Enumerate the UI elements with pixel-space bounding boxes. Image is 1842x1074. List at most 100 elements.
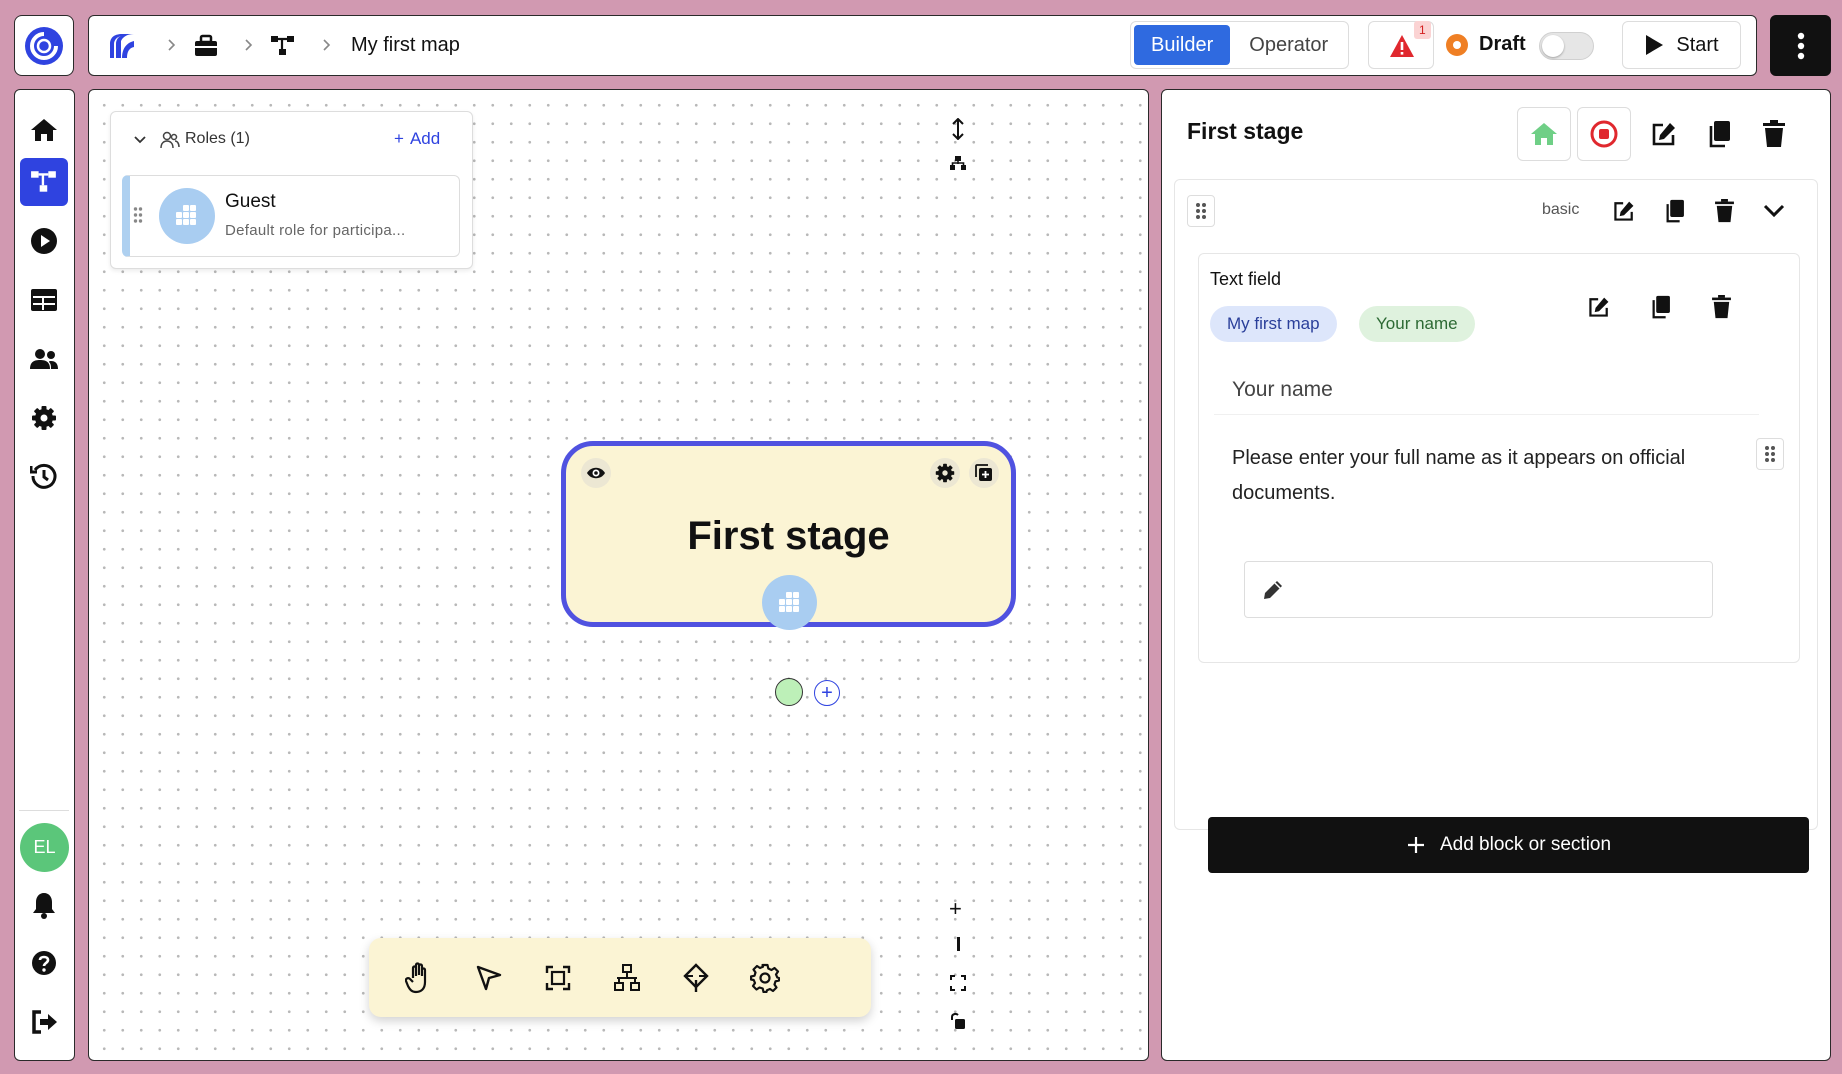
- role-avatar: [159, 188, 215, 244]
- help-button[interactable]: [20, 939, 68, 987]
- fit-view-icon[interactable]: [950, 975, 966, 991]
- diamond-icon: [683, 963, 709, 992]
- builder-mode-button[interactable]: Builder: [1134, 25, 1231, 65]
- answer-input[interactable]: [1244, 561, 1713, 618]
- detail-title: First stage: [1187, 118, 1304, 144]
- add-stage-button[interactable]: +: [814, 680, 840, 706]
- plus-icon: [1407, 837, 1424, 853]
- stage-detail-panel: First stage basic Text field My first ma…: [1161, 89, 1831, 1061]
- eye-icon: [587, 467, 605, 479]
- zoom-out-button[interactable]: [957, 937, 960, 951]
- more-menu-button[interactable]: [1770, 15, 1831, 76]
- workspace-crumb[interactable]: [193, 16, 219, 75]
- gear-outline-icon: [750, 963, 780, 993]
- sitemap-icon: [271, 35, 294, 55]
- add-block-button[interactable]: Add block or section: [1208, 817, 1809, 873]
- trash-icon[interactable]: [1711, 295, 1732, 319]
- sidebar-item-users[interactable]: [20, 335, 68, 383]
- description-box: Please enter your full name as it appear…: [1214, 429, 1759, 531]
- user-avatar[interactable]: EL: [20, 823, 69, 872]
- app-logo[interactable]: [14, 15, 74, 76]
- sidebar-item-home[interactable]: [20, 106, 68, 154]
- roles-panel: Roles (1) + Add Guest Default role for pa…: [110, 111, 473, 269]
- chevron-down-icon[interactable]: [133, 133, 147, 147]
- home-icon: [31, 119, 57, 141]
- decision-tool-button[interactable]: [676, 958, 716, 998]
- bell-icon: [33, 893, 55, 919]
- stage-output-handle[interactable]: [775, 678, 803, 706]
- sidebar-item-history[interactable]: [20, 452, 68, 500]
- stage-node[interactable]: First stage: [561, 441, 1016, 630]
- text-field-block[interactable]: Text field My first map Your name Your n…: [1198, 253, 1800, 663]
- stage-title: First stage: [687, 514, 890, 558]
- grid-blocks-icon: [176, 205, 196, 225]
- notifications-button[interactable]: [20, 881, 68, 929]
- role-name: Guest: [225, 191, 276, 212]
- top-bar: My first map Builder Operator 1 Draft St…: [88, 15, 1757, 76]
- drag-handle-icon[interactable]: [133, 207, 143, 223]
- sidebar-item-data[interactable]: [20, 276, 68, 324]
- set-start-stage-button[interactable]: [1517, 107, 1571, 161]
- duplicate-stage-button[interactable]: [1692, 107, 1746, 161]
- stage-settings-button[interactable]: [930, 458, 960, 488]
- copy-icon: [1709, 121, 1730, 148]
- field-drag-handle[interactable]: [1756, 438, 1784, 470]
- sidebar-divider: [19, 810, 69, 811]
- gear-icon: [32, 406, 56, 430]
- maps-crumb[interactable]: [270, 16, 296, 75]
- alert-count-badge: 1: [1414, 21, 1431, 39]
- pan-tool-button[interactable]: [400, 958, 440, 998]
- pencil-icon: [1264, 581, 1282, 599]
- description-text: Please enter your full name as it appear…: [1232, 447, 1686, 504]
- logout-button[interactable]: [20, 998, 68, 1046]
- sidebar-item-runs[interactable]: [20, 217, 68, 265]
- add-block-label: Add block or section: [1439, 834, 1612, 855]
- copy-icon[interactable]: [1664, 199, 1685, 223]
- canvas-settings-button[interactable]: [745, 958, 785, 998]
- alerts-button[interactable]: 1: [1368, 21, 1434, 69]
- chevron-right-icon: [245, 39, 253, 51]
- role-card[interactable]: Guest Default role for participa...: [122, 175, 460, 257]
- start-button[interactable]: Start: [1622, 21, 1741, 69]
- users-icon: [30, 349, 58, 369]
- left-sidebar: EL: [14, 89, 75, 1061]
- sidebar-item-maps[interactable]: [20, 158, 68, 206]
- zoom-in-button[interactable]: +: [949, 898, 962, 920]
- org-logo-crumb[interactable]: [107, 16, 137, 75]
- role-description: Default role for participa...: [225, 222, 406, 239]
- map-title[interactable]: My first map: [351, 16, 460, 75]
- block-drag-handle[interactable]: [1187, 195, 1215, 227]
- delete-stage-button[interactable]: [1747, 107, 1801, 161]
- operator-mode-button[interactable]: Operator: [1232, 25, 1345, 65]
- canvas-toolbar: [369, 938, 871, 1017]
- sidebar-item-settings[interactable]: [20, 394, 68, 442]
- stage-duplicate-button[interactable]: [969, 458, 999, 488]
- draft-toggle[interactable]: [1539, 32, 1594, 60]
- trash-icon[interactable]: [1714, 199, 1735, 223]
- stage-role-avatar: [762, 575, 817, 630]
- tag-variable: Your name: [1359, 306, 1475, 342]
- field-type-label: Text field: [1210, 269, 1282, 289]
- edit-icon[interactable]: [1612, 199, 1636, 223]
- lock-icon[interactable]: [950, 1012, 966, 1030]
- stage-visibility-button[interactable]: [581, 458, 611, 488]
- vertical-layout-icon[interactable]: [950, 118, 966, 140]
- map-canvas[interactable]: Roles (1) + Add Guest Default role for pa…: [88, 89, 1149, 1061]
- edit-stage-button[interactable]: [1637, 107, 1691, 161]
- frame-tool-button[interactable]: [538, 958, 578, 998]
- mode-switch: Builder Operator: [1130, 21, 1350, 69]
- chevron-down-icon[interactable]: [1763, 203, 1785, 219]
- select-tool-button[interactable]: [469, 958, 509, 998]
- question-box: Your name: [1214, 365, 1759, 415]
- edit-icon[interactable]: [1587, 295, 1611, 319]
- set-end-stage-button[interactable]: [1577, 107, 1631, 161]
- tag-map: My first map: [1210, 306, 1337, 342]
- copy-icon[interactable]: [1650, 295, 1671, 319]
- auto-layout-icon[interactable]: [949, 155, 967, 171]
- briefcase-icon: [195, 34, 217, 56]
- history-icon: [30, 463, 57, 489]
- add-role-button[interactable]: + Add: [394, 129, 440, 149]
- hierarchy-tool-button[interactable]: [607, 958, 647, 998]
- add-role-label: Add: [409, 129, 441, 148]
- more-vertical-icon: [1797, 32, 1804, 59]
